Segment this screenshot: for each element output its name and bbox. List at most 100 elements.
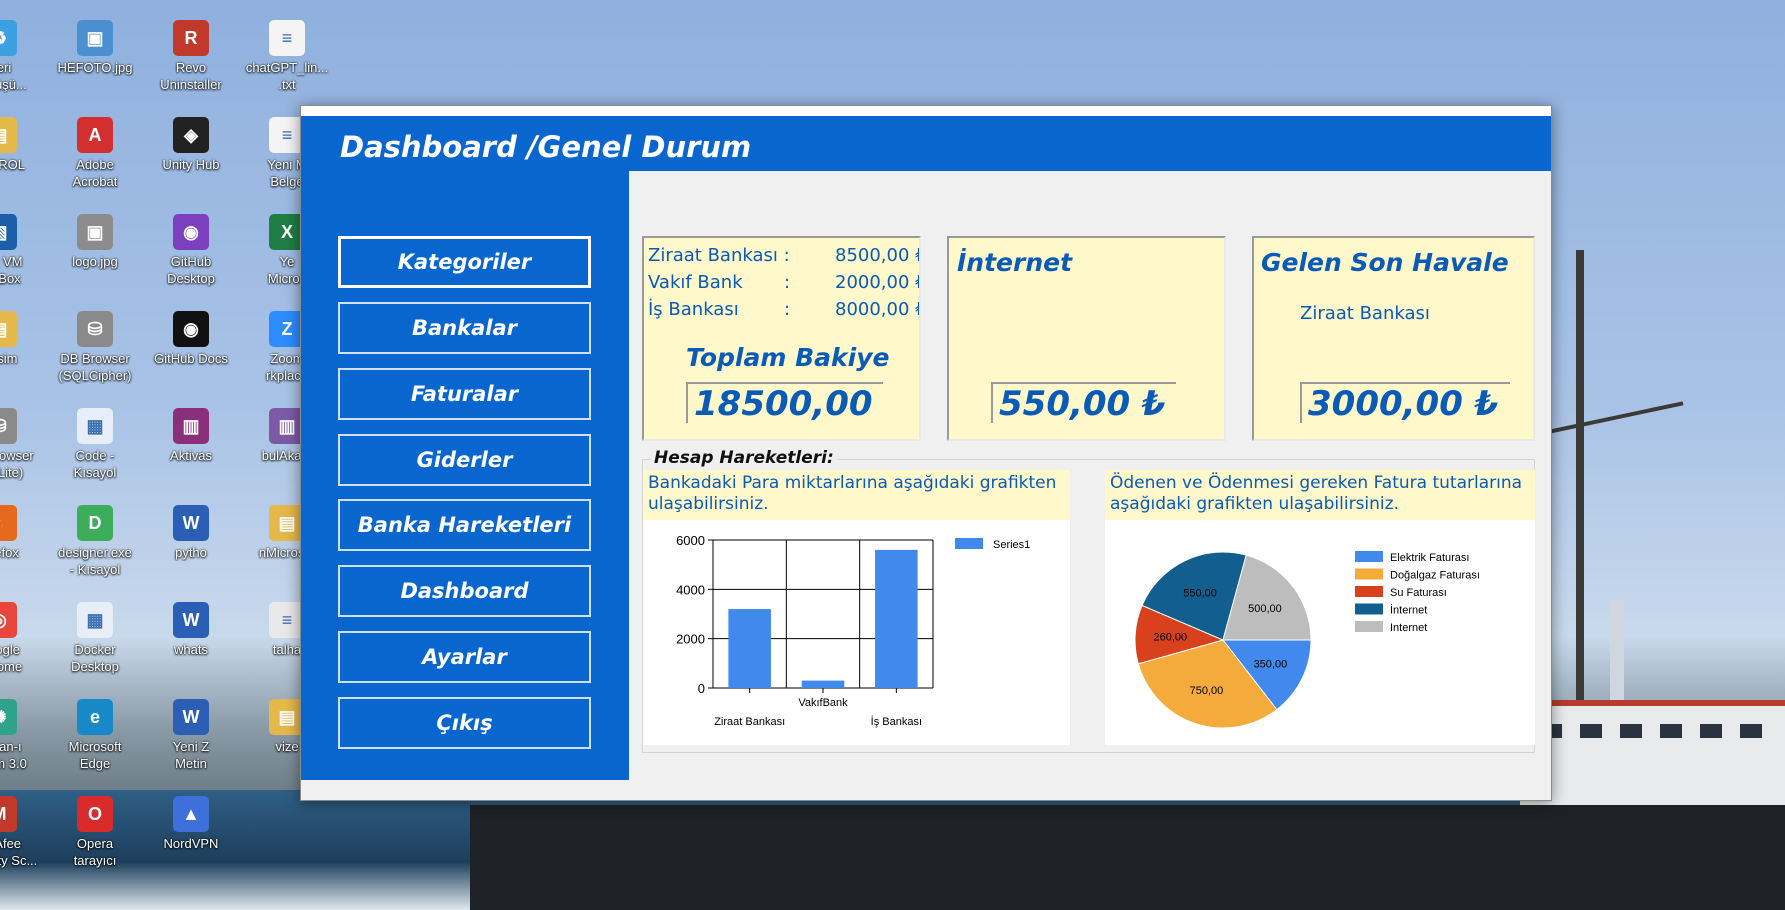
db-browser-icon: ⛁: [0, 408, 17, 444]
nav-kategoriler-button[interactable]: Kategoriler: [338, 236, 591, 288]
last-transfer-value: 3000,00 ₺: [1300, 382, 1510, 424]
total-balance-label: Toplam Bakiye: [686, 343, 890, 372]
nordvpn-icon: ▲: [173, 796, 209, 832]
nav-cikis-button[interactable]: Çıkış: [338, 697, 591, 749]
window-titlebar[interactable]: [301, 106, 1551, 116]
desktop-icon[interactable]: ▤ IN EROL: [0, 117, 42, 207]
desktop-icon[interactable]: ▲ NordVPN: [148, 796, 234, 886]
app-header: Dashboard /Genel Durum: [301, 116, 1551, 171]
desktop-icon-label: acle VMtualBox: [0, 254, 23, 286]
bill-chart-note: Ödenen ve Ödenmesi gereken Fatura tutarl…: [1105, 470, 1535, 520]
bank-colon: :: [784, 272, 791, 293]
desktop-icon[interactable]: O Opera tarayıcı: [52, 796, 138, 886]
pie-chart-svg: 350,00 750,00 260,00 550,00 500,00 Elektrik F…: [1134, 551, 1480, 729]
legend-label: Doğalgaz Faturası: [1390, 570, 1480, 582]
x-tick-label: Ziraat Bankası: [714, 716, 785, 728]
desktop-icon[interactable]: ◉ GitHub Desktop: [148, 214, 234, 304]
y-tick-label: 2000: [676, 632, 705, 647]
desktop-icon[interactable]: R Revo Uninstaller: [148, 20, 234, 110]
internet-card: İnternet 550,00 ₺: [947, 236, 1226, 441]
y-tick-label: 6000: [676, 533, 705, 548]
bar: [875, 549, 918, 688]
desktop-icon-label: Microsoft Edge: [68, 739, 122, 771]
desktop-icon-label: Revo Uninstaller: [160, 60, 222, 92]
desktop-icon-label: whats: [174, 642, 208, 657]
legend-label: Internet: [1390, 622, 1427, 634]
text-file-icon: ≡: [269, 20, 305, 56]
nav-giderler-button[interactable]: Giderler: [338, 434, 591, 486]
desktop-icon[interactable]: Ddesigner.exe - Kısayol: [52, 505, 138, 595]
desktop-icon[interactable]: ▦ Code - Kısayol: [52, 408, 138, 498]
image-file-icon: ▣: [77, 214, 113, 250]
revo-uninstaller-icon: R: [173, 20, 209, 56]
x-tick-label: VakıfBank: [798, 697, 848, 709]
desktop-icon[interactable]: Wpytho: [148, 505, 234, 595]
quran-app-icon: ✺: [0, 699, 17, 735]
desktop-icon[interactable]: e Microsoft Edge: [52, 699, 138, 789]
desktop-icon[interactable]: ≡ chatGPT_lin... .txt: [244, 20, 330, 110]
nav-bankalar-button[interactable]: Bankalar: [338, 302, 591, 354]
designer-icon: D: [77, 505, 113, 541]
desktop-icon[interactable]: ▦ Docker Desktop: [52, 602, 138, 692]
desktop-icon-label: GitHub Docs: [154, 351, 228, 366]
recycle-bin-icon: ♻: [0, 20, 17, 56]
desktop-icon-label: Unity Hub: [162, 157, 220, 172]
pie-slice-label: 350,00: [1254, 658, 1288, 670]
desktop-icon[interactable]: Wwhats: [148, 602, 234, 692]
bar: [728, 609, 771, 688]
desktop-icon[interactable]: ◈ Unity Hub: [148, 117, 234, 207]
desktop-icon[interactable]: ⛁ DB Browser(SQLite): [0, 408, 42, 498]
desktop-icon[interactable]: A Adobe Acrobat: [52, 117, 138, 207]
last-transfer-title: Gelen Son Havale: [1261, 248, 1509, 277]
desktop-icon[interactable]: ♻ GeriDönüşü...: [0, 20, 42, 110]
desktop-icon[interactable]: ◐ Firefox: [0, 505, 42, 595]
desktop-icon-label: HEFOTO.jpg: [57, 60, 133, 75]
desktop-icon[interactable]: ⛁ DB Browser (SQLCipher): [52, 311, 138, 401]
pie-slice-label: 260,00: [1153, 632, 1187, 644]
desktop-icon[interactable]: ▣ logo.jpg: [52, 214, 138, 304]
legend-label: Elektrik Faturası: [1390, 552, 1469, 564]
desktop-icon-label: McAfeeSecurity Sc...: [0, 836, 38, 868]
internet-value: 550,00 ₺: [991, 382, 1176, 424]
nav-banka-hareketleri-button[interactable]: Banka Hareketleri: [338, 499, 591, 551]
bank-chart-note: Bankadaki Para miktarlarına aşağıdaki gr…: [643, 470, 1070, 520]
last-transfer-card: Gelen Son Havale Ziraat Bankası 3000,00 …: [1252, 236, 1535, 441]
desktop-icon[interactable]: W Yeni Z Metin: [148, 699, 234, 789]
user-folder-icon: ▤: [0, 117, 17, 153]
bank-balance-chart: 0 2000 4000 6000 Ziraat Bankası VakıfBank İş B…: [643, 520, 1070, 745]
desktop-icon-label: DB Browser (SQLCipher): [58, 351, 132, 383]
desktop-icon-label: GeriDönüşü...: [0, 60, 27, 92]
virtualbox-icon: ▧: [0, 214, 17, 250]
desktop-icon[interactable]: ▣ HEFOTO.jpg: [52, 20, 138, 110]
desktop-icon-label: Resim: [0, 351, 18, 366]
nav-faturalar-button[interactable]: Faturalar: [338, 368, 591, 420]
desktop-icon[interactable]: ◉ GitHub Docs: [148, 311, 234, 401]
legend-label: İnternet: [1390, 604, 1427, 617]
desktop-icon-label: Adobe Acrobat: [72, 157, 118, 189]
nav-dashboard-button[interactable]: Dashboard: [338, 565, 591, 617]
wallpaper-ship-mast: [1576, 250, 1584, 710]
bank-balance: 8500,00 ₺: [835, 245, 921, 266]
bar-chart-svg: 0 2000 4000 6000 Ziraat Bankası VakıfBank İş B…: [676, 533, 1030, 728]
legend-label: Series1: [993, 539, 1030, 551]
balance-card: Ziraat Bankası : 8500,00 ₺ Vakıf Bank : …: [642, 236, 921, 441]
desktop-icon[interactable]: ◎ GoogleChrome: [0, 602, 42, 692]
word-file-icon: W: [173, 602, 209, 638]
desktop-icon[interactable]: ✺ Kur'an-ıKerim 3.0: [0, 699, 42, 789]
x-tick-label: İş Bankası: [871, 715, 922, 728]
image-file-icon: ▣: [77, 20, 113, 56]
desktop-icon[interactable]: M McAfeeSecurity Sc...: [0, 796, 42, 886]
desktop-icon[interactable]: ▤ Resim: [0, 311, 42, 401]
nav-ayarlar-button[interactable]: Ayarlar: [338, 631, 591, 683]
pie-slice-label: 500,00: [1248, 603, 1282, 615]
desktop-icon-label: Aktivas: [170, 448, 212, 463]
desktop-icon[interactable]: ▧ acle VMtualBox: [0, 214, 42, 304]
wallpaper-ship-deck: [1520, 700, 1785, 810]
adobe-acrobat-icon: A: [77, 117, 113, 153]
legend-swatch: [1355, 586, 1383, 597]
opera-icon: O: [77, 796, 113, 832]
legend-label: Su Faturası: [1390, 587, 1447, 599]
desktop-icon-label: Code - Kısayol: [73, 448, 117, 480]
desktop-icon[interactable]: ▥ Aktivas: [148, 408, 234, 498]
bar: [801, 680, 845, 688]
